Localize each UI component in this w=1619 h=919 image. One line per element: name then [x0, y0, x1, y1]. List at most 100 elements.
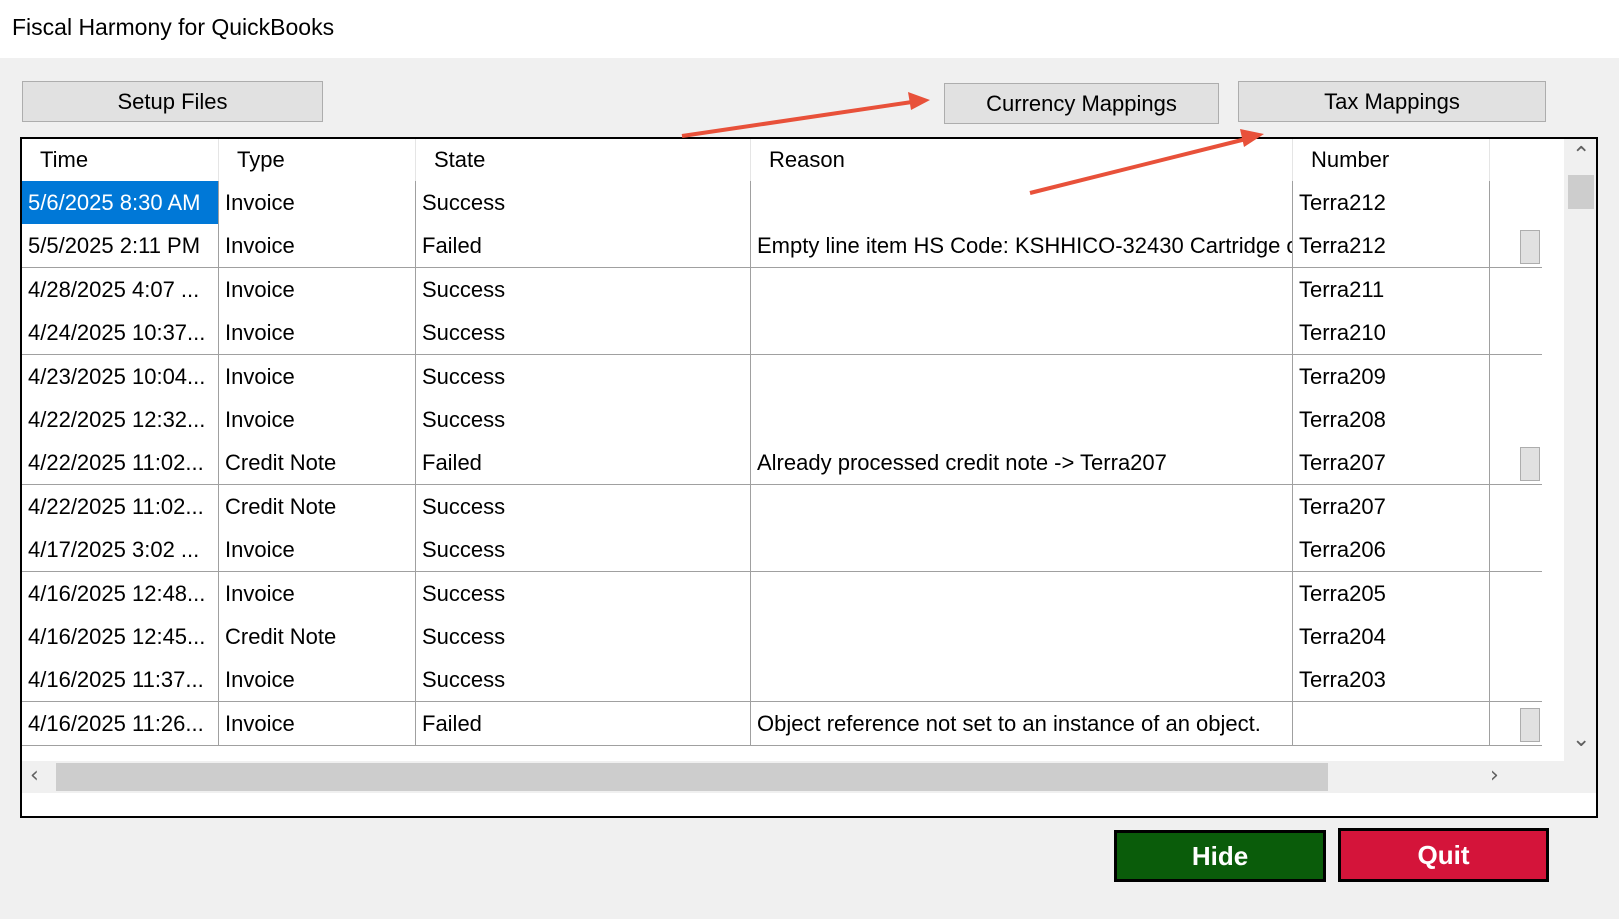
table-row[interactable]: 4/17/2025 3:02 ... Invoice Success Terra206: [22, 528, 1542, 573]
cell-reason[interactable]: [751, 615, 1293, 659]
horizontal-scroll-thumb[interactable]: [56, 763, 1328, 791]
tax-mappings-button[interactable]: Tax Mappings: [1238, 81, 1546, 122]
cell-state[interactable]: Success: [416, 484, 751, 529]
cell-reason[interactable]: [751, 571, 1293, 616]
table-row[interactable]: 4/22/2025 11:02... Credit Note Success Terr…: [22, 484, 1542, 529]
cell-number[interactable]: Terra207: [1293, 441, 1490, 486]
row-detail-button[interactable]: [1520, 230, 1540, 265]
cell-state[interactable]: Success: [416, 528, 751, 573]
cell-reason[interactable]: [751, 311, 1293, 356]
cell-number[interactable]: Terra208: [1293, 398, 1490, 442]
cell-state[interactable]: Success: [416, 398, 751, 442]
cell-number[interactable]: [1293, 701, 1490, 746]
cell-time[interactable]: 4/16/2025 12:48...: [22, 571, 219, 616]
table-row[interactable]: 4/23/2025 10:04... Invoice Success Terra209: [22, 354, 1542, 399]
cell-state[interactable]: Success: [416, 354, 751, 399]
cell-type[interactable]: Invoice: [219, 354, 416, 399]
cell-type[interactable]: Invoice: [219, 701, 416, 746]
cell-type[interactable]: Invoice: [219, 181, 416, 225]
chevron-up-icon[interactable]: ⌃: [1572, 143, 1590, 168]
cell-time[interactable]: 4/17/2025 3:02 ...: [22, 528, 219, 573]
cell-time[interactable]: 4/16/2025 12:45...: [22, 615, 219, 659]
cell-time[interactable]: 4/22/2025 12:32...: [22, 398, 219, 442]
column-header-reason[interactable]: Reason: [751, 139, 1293, 181]
table-row[interactable]: 4/24/2025 10:37... Invoice Success Terra210: [22, 311, 1542, 356]
cell-time[interactable]: 4/28/2025 4:07 ...: [22, 267, 219, 312]
cell-number[interactable]: Terra212: [1293, 181, 1490, 225]
cell-time[interactable]: 4/16/2025 11:26...: [22, 701, 219, 746]
cell-number[interactable]: Terra207: [1293, 484, 1490, 529]
cell-type[interactable]: Credit Note: [219, 484, 416, 529]
cell-number[interactable]: Terra212: [1293, 224, 1490, 269]
cell-type[interactable]: Invoice: [219, 528, 416, 573]
cell-reason[interactable]: [751, 267, 1293, 312]
column-header-time[interactable]: Time: [22, 139, 219, 181]
table-row[interactable]: 4/16/2025 12:45... Credit Note Success Terr…: [22, 615, 1542, 659]
table-row[interactable]: 4/16/2025 11:26... Invoice Failed Object re…: [22, 701, 1542, 746]
cell-number[interactable]: Terra205: [1293, 571, 1490, 616]
cell-reason[interactable]: Already processed credit note -> Terra20…: [751, 441, 1293, 486]
cell-time[interactable]: 4/16/2025 11:37...: [22, 658, 219, 703]
column-header-number[interactable]: Number: [1293, 139, 1490, 181]
cell-state[interactable]: Failed: [416, 224, 751, 269]
cell-number[interactable]: Terra206: [1293, 528, 1490, 573]
cell-reason[interactable]: [751, 398, 1293, 442]
cell-reason[interactable]: [751, 528, 1293, 573]
cell-time[interactable]: 5/6/2025 8:30 AM: [22, 181, 219, 225]
table-row[interactable]: 4/22/2025 11:02... Credit Note Failed Alrea…: [22, 441, 1542, 486]
cell-time[interactable]: 4/22/2025 11:02...: [22, 484, 219, 529]
cell-state[interactable]: Failed: [416, 701, 751, 746]
cell-state[interactable]: Success: [416, 658, 751, 703]
cell-type[interactable]: Invoice: [219, 398, 416, 442]
table-row[interactable]: 5/5/2025 2:11 PM Invoice Failed Empty line …: [22, 224, 1542, 269]
cell-state[interactable]: Success: [416, 571, 751, 616]
cell-state[interactable]: Success: [416, 311, 751, 356]
setup-files-button[interactable]: Setup Files: [22, 81, 323, 122]
cell-reason[interactable]: Object reference not set to an instance …: [751, 701, 1293, 746]
cell-type[interactable]: Invoice: [219, 267, 416, 312]
cell-reason[interactable]: [751, 658, 1293, 703]
cell-state[interactable]: Success: [416, 181, 751, 225]
table-row[interactable]: 4/16/2025 12:48... Invoice Success Terra205: [22, 571, 1542, 616]
cell-reason[interactable]: [751, 484, 1293, 529]
cell-time[interactable]: 4/24/2025 10:37...: [22, 311, 219, 356]
column-header-type[interactable]: Type: [219, 139, 416, 181]
cell-time[interactable]: 4/23/2025 10:04...: [22, 354, 219, 399]
cell-number[interactable]: Terra210: [1293, 311, 1490, 356]
cell-type[interactable]: Credit Note: [219, 615, 416, 659]
chevron-left-icon[interactable]: ‹: [30, 763, 39, 788]
cell-number[interactable]: Terra209: [1293, 354, 1490, 399]
cell-type[interactable]: Invoice: [219, 311, 416, 356]
hide-button[interactable]: Hide: [1114, 830, 1326, 882]
chevron-down-icon[interactable]: ⌄: [1572, 727, 1590, 752]
cell-reason[interactable]: [751, 181, 1293, 225]
row-detail-button[interactable]: [1520, 707, 1540, 742]
currency-mappings-button[interactable]: Currency Mappings: [944, 83, 1219, 124]
cell-type[interactable]: Invoice: [219, 658, 416, 703]
table-row[interactable]: 5/6/2025 8:30 AM Invoice Success Terra212: [22, 181, 1542, 225]
cell-number[interactable]: Terra203: [1293, 658, 1490, 703]
quit-button[interactable]: Quit: [1338, 828, 1549, 882]
vertical-scroll-thumb[interactable]: [1568, 175, 1594, 209]
table-row[interactable]: 4/16/2025 11:37... Invoice Success Terra203: [22, 658, 1542, 703]
cell-type[interactable]: Invoice: [219, 571, 416, 616]
log-table[interactable]: Time Type State Reason Number 5/6/2025 8…: [20, 137, 1598, 818]
cell-number[interactable]: Terra204: [1293, 615, 1490, 659]
cell-number[interactable]: Terra211: [1293, 267, 1490, 312]
table-row[interactable]: 4/22/2025 12:32... Invoice Success Terra208: [22, 398, 1542, 442]
cell-time[interactable]: 5/5/2025 2:11 PM: [22, 224, 219, 269]
cell-time[interactable]: 4/22/2025 11:02...: [22, 441, 219, 486]
chevron-right-icon[interactable]: ›: [1490, 763, 1499, 788]
horizontal-scrollbar[interactable]: ‹ ›: [22, 761, 1564, 793]
column-header-state[interactable]: State: [416, 139, 751, 181]
cell-state[interactable]: Success: [416, 267, 751, 312]
cell-state[interactable]: Failed: [416, 441, 751, 486]
cell-state[interactable]: Success: [416, 615, 751, 659]
cell-type[interactable]: Invoice: [219, 224, 416, 269]
cell-reason[interactable]: Empty line item HS Code: KSHHICO-32430 C…: [751, 224, 1293, 269]
cell-type[interactable]: Credit Note: [219, 441, 416, 486]
table-row[interactable]: 4/28/2025 4:07 ... Invoice Success Terra211: [22, 267, 1542, 312]
vertical-scrollbar[interactable]: ⌃ ⌄: [1564, 139, 1596, 761]
cell-reason[interactable]: [751, 354, 1293, 399]
row-detail-button[interactable]: [1520, 447, 1540, 482]
